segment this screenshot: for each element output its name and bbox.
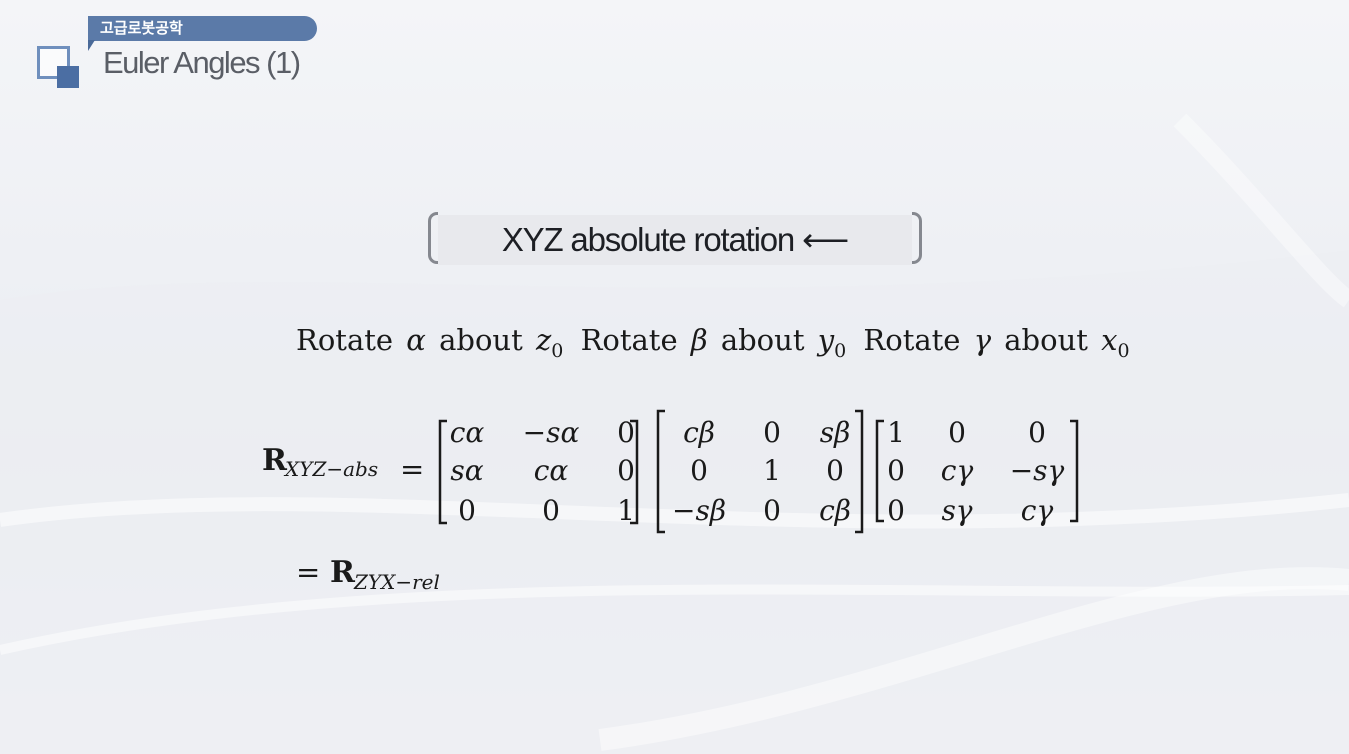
verb-2: Rotate	[581, 323, 678, 357]
verb-1: Rotate	[296, 323, 393, 357]
prep-2: about	[721, 323, 805, 357]
matrix-2-cell-0-0: cβ	[683, 416, 715, 449]
math-content: Rotate α about z0 Rotate β about y0 Rota…	[262, 323, 1130, 594]
matrix-3-cell-1-1: cγ	[941, 454, 974, 487]
matrix-2-left-bracket	[656, 409, 665, 534]
result-subscript: ZYX−rel	[353, 570, 440, 594]
matrix-2-cell-0-1: 0	[763, 416, 781, 449]
matrix-3-cell-2-2: cγ	[1021, 494, 1054, 527]
matrix-1-cell-1-1: cα	[534, 454, 569, 487]
matrix-cells: cα −sα 0 sα cα 0 0 0 1 cβ 0 sβ 0 1 0 −sβ 0 cβ 1 0 0 0 cγ −sγ 0 sγ…	[450, 416, 1065, 527]
matrix-1-cell-0-2: 0	[617, 416, 635, 449]
matrix-3-cell-1-0: 0	[887, 454, 905, 487]
matrix-3-cell-1-2: −sγ	[1010, 454, 1065, 487]
prep-1: about	[439, 323, 523, 357]
matrix-1-cell-2-2: 1	[617, 494, 635, 527]
matrix-3-left-bracket	[875, 419, 884, 523]
result-equals: =	[296, 555, 320, 589]
matrix-1-cell-0-1: −sα	[523, 416, 580, 449]
axis-sub-1: 0	[551, 340, 563, 362]
matrix-2-right-bracket	[855, 409, 864, 534]
axis-2: y	[816, 323, 835, 357]
lhs-subscript: XYZ−abs	[283, 457, 378, 481]
result-R: R	[330, 555, 356, 590]
matrix-2-cell-1-0: 0	[690, 454, 708, 487]
angle-2: β	[690, 323, 708, 357]
matrix-3-cell-2-0: 0	[887, 494, 905, 527]
angle-3: γ	[974, 323, 992, 357]
matrix-2-cell-2-1: 0	[763, 494, 781, 527]
matrix-3-cell-0-2: 0	[1028, 416, 1046, 449]
matrix-1-left-bracket	[438, 419, 447, 525]
axis-sub-3: 0	[1117, 340, 1129, 362]
matrix-2-cell-0-2: sβ	[820, 416, 851, 449]
rotation-sentence: Rotate α about z0 Rotate β about y0 Rota…	[296, 323, 1130, 364]
angle-1: α	[406, 323, 426, 357]
axis-3: x	[1101, 323, 1117, 357]
verb-3: Rotate	[863, 323, 960, 357]
axis-1: z	[535, 323, 552, 357]
matrix-3-right-bracket	[1070, 419, 1079, 523]
matrix-1-cell-1-0: sα	[450, 454, 483, 487]
equals-sign: =	[400, 452, 424, 486]
matrix-2-cell-1-1: 1	[763, 454, 781, 487]
matrix-2-cell-2-2: cβ	[819, 494, 851, 527]
matrix-1-cell-2-0: 0	[458, 494, 476, 527]
matrix-2-cell-1-2: 0	[826, 454, 844, 487]
matrix-1-cell-1-2: 0	[617, 454, 635, 487]
matrix-1-cell-0-0: cα	[450, 416, 485, 449]
matrix-1-cell-2-1: 0	[542, 494, 560, 527]
axis-sub-2: 0	[834, 340, 846, 362]
prep-3: about	[1004, 323, 1088, 357]
matrix-2-cell-2-0: −sβ	[672, 494, 726, 527]
matrix-3-cell-0-0: 1	[887, 416, 905, 449]
matrix-3-cell-0-1: 0	[948, 416, 966, 449]
matrix-3-cell-2-1: sγ	[941, 494, 972, 527]
